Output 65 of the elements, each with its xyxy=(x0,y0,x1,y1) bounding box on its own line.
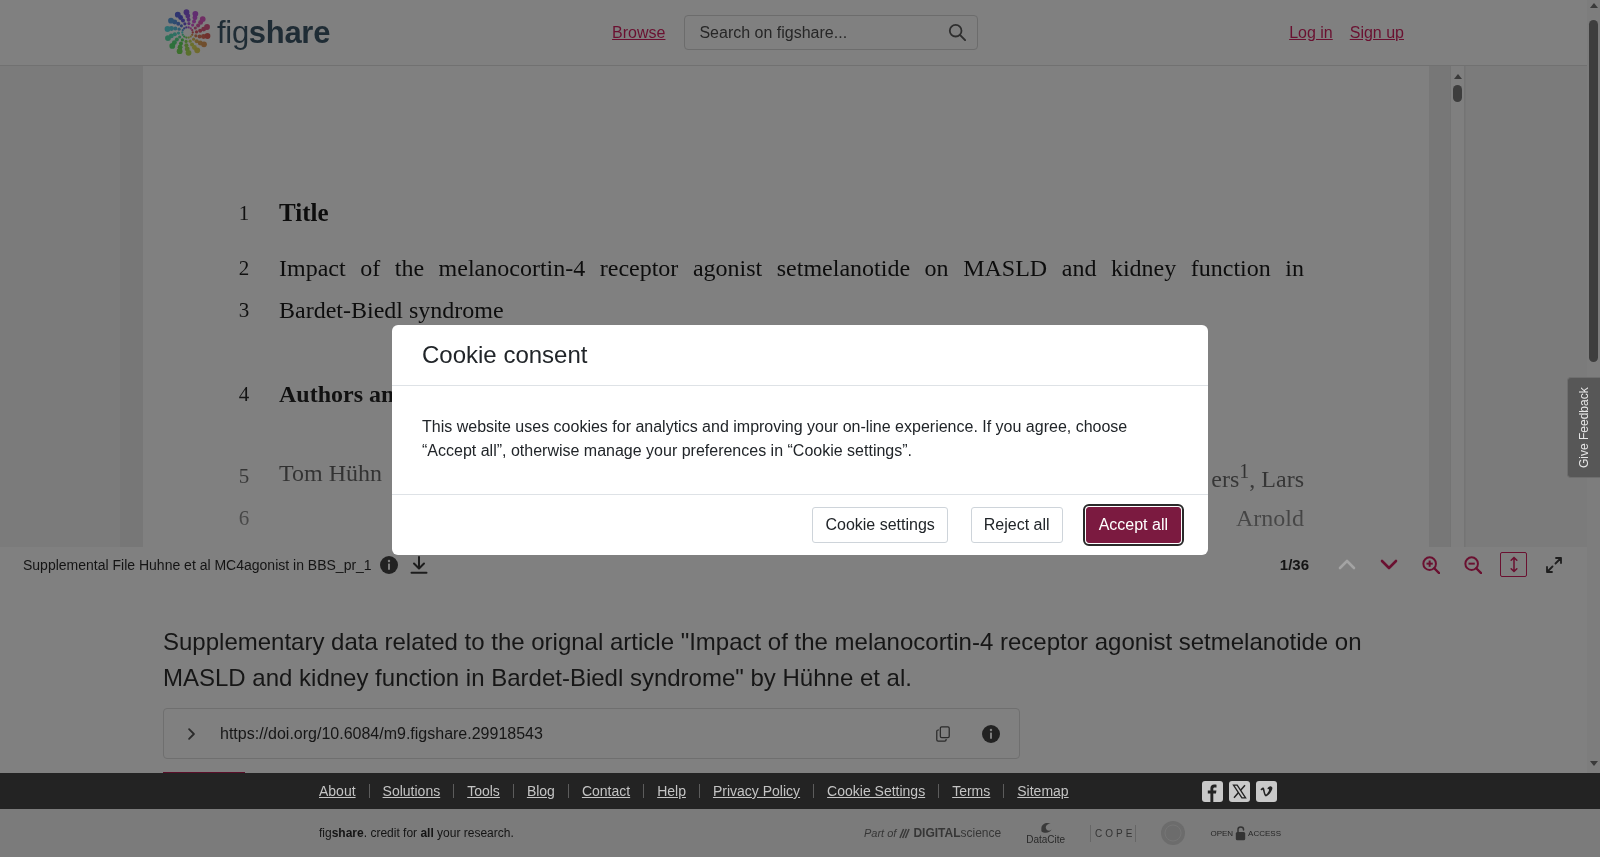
scroll-up-icon[interactable] xyxy=(1453,74,1462,79)
accept-button[interactable]: Accept all xyxy=(1085,507,1181,543)
partner-logo-text: DataCite xyxy=(1026,834,1066,845)
vimeo-icon[interactable] xyxy=(1256,780,1277,802)
logo-icon[interactable] xyxy=(163,8,212,57)
facebook-icon[interactable] xyxy=(1202,780,1223,802)
footer-link[interactable]: Sitemap xyxy=(1004,783,1082,799)
scroll-down-icon[interactable] xyxy=(1589,761,1598,766)
line-number: 5 xyxy=(237,463,251,489)
tagline: figshare. credit for all your research. xyxy=(319,826,514,840)
footer-link[interactable]: Cookie Settings xyxy=(814,783,939,799)
search-icon xyxy=(948,23,967,41)
partner-logo-text: OPEN xyxy=(1210,828,1234,838)
copy-icon xyxy=(935,725,951,742)
document-text: Tom Hühn xyxy=(279,459,382,488)
scroll-up-icon[interactable] xyxy=(1589,3,1598,8)
footer-link[interactable]: Solutions xyxy=(369,783,454,799)
info-icon xyxy=(982,724,1000,743)
reject-button[interactable]: Reject all xyxy=(970,507,1063,543)
download-icon xyxy=(409,555,428,574)
footer-link[interactable]: Help xyxy=(644,783,699,799)
document-title: Title xyxy=(279,199,329,227)
dialog-message: This website uses cookies for analytics and improving your on-line experience. If you agree, choose “Accept all”, otherwise manage your preferences in “Cookie settings”. xyxy=(422,417,1129,461)
zoom-in-icon xyxy=(1422,555,1440,574)
line-number: 1 xyxy=(237,200,251,226)
line-number: 3 xyxy=(237,297,251,323)
settings-button[interactable]: Cookie settings xyxy=(812,507,948,543)
footer-link[interactable]: Terms xyxy=(939,783,1004,799)
scrollbar[interactable] xyxy=(1450,66,1465,547)
line-number: 4 xyxy=(237,381,251,407)
footer-link[interactable]: Contact xyxy=(568,783,644,799)
scrollbar-thumb[interactable] xyxy=(1589,20,1598,362)
stripes-icon xyxy=(899,827,911,839)
line-number: 2 xyxy=(237,255,251,281)
zoom-out-icon xyxy=(1464,555,1482,574)
partner-logo-text: COPE xyxy=(1090,824,1137,842)
footer-link[interactable]: Tools xyxy=(454,783,513,799)
scrollbar-thumb[interactable] xyxy=(1453,85,1462,102)
vertical-arrows-icon xyxy=(1508,556,1519,573)
footer-link[interactable]: About xyxy=(319,783,369,799)
chevron-right-icon[interactable] xyxy=(187,726,196,741)
info-icon xyxy=(379,555,398,574)
doi-link[interactable]: https://doi.org/10.6084/m9.figshare.29918543 xyxy=(220,724,543,743)
partner-logo-text: DIGITALscience xyxy=(913,826,1002,840)
partner-logo-text: Part of xyxy=(863,827,897,839)
file-name: Supplemental File Huhne et al MC4agonist in BBS_pr_1 xyxy=(23,556,372,573)
document-text: Bardet-Biedl syndrome xyxy=(279,296,504,324)
description-text: Supplementary data related to the orignal article "Impact of the melanocortin-4 receptor agonist setmelanotide on MASLD and kidney function in Bardet-Biedl syndrome" by Hühne et al. xyxy=(163,627,1363,693)
fullscreen-icon xyxy=(1546,556,1562,573)
open-padlock-icon xyxy=(1235,825,1247,841)
line-number: 6 xyxy=(237,505,251,531)
partner-logo-text: ACCESS xyxy=(1248,828,1281,838)
feedback-tab[interactable]: Give Feedback xyxy=(1567,377,1600,478)
logo-text[interactable]: figshare xyxy=(217,14,331,51)
document-text: Impact of the melanocortin-4 receptor agonist setmelanotide on MASLD and kidney function in xyxy=(279,254,1304,282)
footer-link[interactable]: Privacy Policy xyxy=(699,783,814,799)
x-logo-icon[interactable] xyxy=(1229,780,1250,802)
document-text: ers$^{1}$, Lars xyxy=(1211,459,1304,493)
search-field[interactable]: Search on figshare... xyxy=(684,15,979,50)
fit-height-button[interactable] xyxy=(1500,552,1527,577)
document-text: Arnold xyxy=(1236,504,1304,532)
footer-link[interactable]: Blog xyxy=(513,783,568,799)
dialog-title: Cookie consent xyxy=(422,341,588,369)
copy-button[interactable] xyxy=(933,723,953,744)
page-indicator: 1/36 xyxy=(1279,556,1309,573)
